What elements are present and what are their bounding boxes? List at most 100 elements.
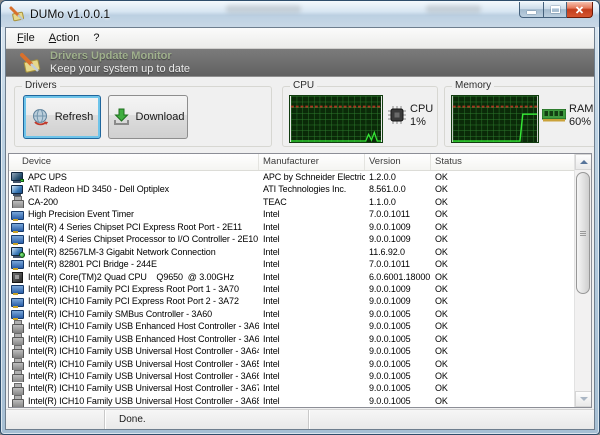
device-icon [11,308,24,320]
cell-device: CA-200 [28,196,58,208]
cell-version: 9.0.0.1005 [365,382,431,394]
device-icon [11,358,24,370]
device-icon [11,258,24,270]
cell-device: Intel(R) Core(TM)2 Quad CPU Q9650 @ 3.00… [28,271,234,283]
device-icon [11,246,24,258]
glass-reflection-artifact [226,5,301,13]
table-row[interactable]: Intel(R) ICH10 Family USB Universal Host… [9,370,574,382]
cpu-stat-label: CPU [410,103,433,116]
ram-stick-icon [542,109,566,122]
download-button[interactable]: Download [108,95,188,139]
cell-status: OK [431,370,574,382]
table-row[interactable]: Intel(R) ICH10 Family USB Universal Host… [9,345,574,357]
arrow-up-icon [580,160,588,164]
column-header-device[interactable]: Device [9,154,259,170]
cell-device: Intel(R) ICH10 Family PCI Express Root P… [28,295,239,307]
cell-version: 1.1.0.0 [365,196,431,208]
cell-version: 9.0.0.1009 [365,233,431,245]
column-header-manufacturer[interactable]: Manufacturer [259,154,365,170]
window-frame-body: File Action ? Drivers Update Monitor Kee… [5,27,595,430]
app-icon [9,6,25,22]
cell-device: High Precision Event Timer [28,208,134,220]
cell-device: Intel(R) 4 Series Chipset Processor to I… [28,233,258,245]
table-row[interactable]: CA-200 TEAC 1.1.0.0 OK [9,196,574,208]
cpu-stat-value: 1% [410,116,433,129]
menu-file[interactable]: File [10,30,42,46]
minimize-icon [527,11,536,14]
cell-status: OK [431,196,574,208]
table-row[interactable]: Intel(R) 82801 PCI Bridge - 244E Intel 7… [9,258,574,270]
table-row[interactable]: Intel(R) Core(TM)2 Quad CPU Q9650 @ 3.00… [9,271,574,283]
cell-version: 8.561.0.0 [365,183,431,195]
cell-manufacturer: Intel [259,246,365,258]
maximize-icon [551,6,560,13]
table-row[interactable]: High Precision Event Timer Intel 7.0.0.1… [9,208,574,220]
cell-status: OK [431,208,574,220]
titlebar[interactable]: DUMo v1.0.0.1 [1,1,599,27]
device-icon [11,233,24,245]
status-text: Done. [119,414,146,425]
cpu-stat: CPU 1% [410,103,433,129]
statusbar: Done. [6,409,594,429]
minimize-button[interactable] [519,2,543,18]
device-icon [11,333,24,345]
cell-manufacturer: Intel [259,382,365,394]
cell-version: 7.0.0.1011 [365,258,431,270]
table-row[interactable]: Intel(R) 4 Series Chipset PCI Express Ro… [9,221,574,233]
cell-manufacturer: ATI Technologies Inc. [259,183,365,195]
cpu-group: CPU [282,86,438,147]
device-table-body: APC UPS APC by Schneider Electric 1.2.0.… [9,171,574,407]
cell-device: Intel(R) 4 Series Chipset PCI Express Ro… [28,221,242,233]
scrollbar-grip-icon [580,231,586,236]
table-row[interactable]: Intel(R) ICH10 Family USB Universal Host… [9,382,574,394]
cell-status: OK [431,382,574,394]
banner-text: Drivers Update Monitor Keep your system … [50,50,190,75]
statusbar-pane [308,410,594,429]
menu-help[interactable]: ? [86,30,106,46]
device-icon [11,296,24,308]
table-row[interactable]: Intel(R) 82567LM-3 Gigabit Network Conne… [9,246,574,258]
tools-icon [19,52,41,74]
table-row[interactable]: Intel(R) ICH10 Family USB Universal Host… [9,395,574,407]
scroll-down-button[interactable] [575,391,592,407]
column-header-status[interactable]: Status [431,154,574,170]
cell-manufacturer: Intel [259,345,365,357]
table-row[interactable]: ATI Radeon HD 3450 - Dell Optiplex ATI T… [9,183,574,195]
table-row[interactable]: Intel(R) ICH10 Family USB Enhanced Host … [9,320,574,332]
cell-version: 9.0.0.1005 [365,345,431,357]
column-header-version[interactable]: Version [365,154,431,170]
table-row[interactable]: Intel(R) ICH10 Family SMBus Controller -… [9,308,574,320]
refresh-globe-icon [31,108,50,126]
download-icon [112,108,131,126]
cell-device: Intel(R) ICH10 Family SMBus Controller -… [28,308,212,320]
table-row[interactable]: Intel(R) 4 Series Chipset Processor to I… [9,233,574,245]
cell-device: Intel(R) ICH10 Family USB Universal Host… [28,395,259,407]
close-icon [575,6,584,14]
scrollbar-thumb[interactable] [576,172,590,294]
table-row[interactable]: Intel(R) ICH10 Family PCI Express Root P… [9,295,574,307]
table-row[interactable]: Intel(R) ICH10 Family USB Universal Host… [9,358,574,370]
close-button[interactable] [567,2,593,18]
device-icon [11,395,24,407]
refresh-button-label: Refresh [55,111,94,123]
cell-status: OK [431,271,574,283]
memory-group-label: Memory [452,80,494,91]
cell-manufacturer: Intel [259,308,365,320]
menu-action[interactable]: Action [42,30,87,46]
cell-status: OK [431,358,574,370]
memory-usage-graph [451,95,539,143]
window-controls [519,2,593,18]
arrow-down-icon [580,397,588,401]
table-row[interactable]: Intel(R) ICH10 Family USB Enhanced Host … [9,333,574,345]
table-row[interactable]: Intel(R) ICH10 Family PCI Express Root P… [9,283,574,295]
cell-manufacturer: Intel [259,295,365,307]
cell-device: Intel(R) ICH10 Family USB Universal Host… [28,382,259,394]
maximize-button[interactable] [543,2,567,18]
vertical-scrollbar[interactable] [574,154,591,407]
cell-version: 9.0.0.1005 [365,358,431,370]
banner-title: Drivers Update Monitor [50,50,190,63]
scroll-up-button[interactable] [575,154,592,170]
table-row[interactable]: APC UPS APC by Schneider Electric 1.2.0.… [9,171,574,183]
refresh-button[interactable]: Refresh [23,95,101,139]
cell-status: OK [431,320,574,332]
